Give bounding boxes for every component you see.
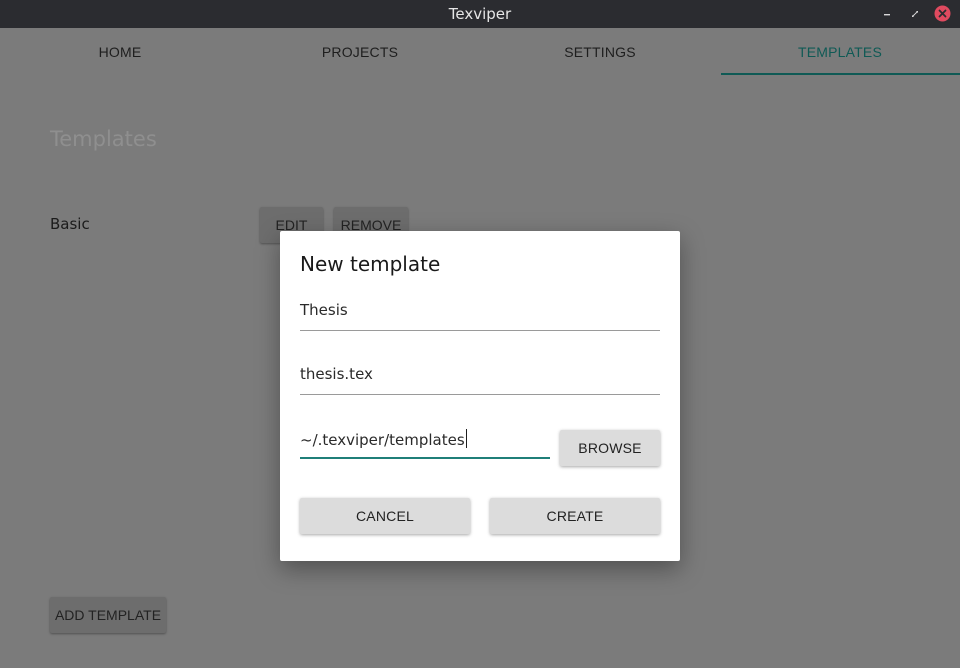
tab-projects[interactable]: PROJECTS — [240, 28, 480, 76]
template-path-value: ~/.texviper/templates — [300, 431, 465, 449]
template-filename-value: thesis.tex — [300, 365, 373, 383]
template-path-value-wrap: ~/.texviper/templates — [300, 429, 467, 449]
restore-icon[interactable] — [907, 6, 923, 22]
browse-button[interactable]: BROWSE — [560, 430, 660, 466]
text-caret — [465, 429, 467, 448]
active-tab-indicator — [721, 73, 960, 75]
window-title: Texviper — [448, 5, 512, 23]
tab-bar: HOME PROJECTS SETTINGS TEMPLATES — [0, 28, 960, 76]
tab-home[interactable]: HOME — [0, 28, 240, 76]
add-template-button[interactable]: ADD TEMPLATE — [50, 597, 166, 633]
tab-settings[interactable]: SETTINGS — [480, 28, 720, 76]
template-name-input[interactable]: Thesis — [300, 293, 660, 331]
template-filename-input[interactable]: thesis.tex — [300, 357, 660, 395]
window-titlebar: Texviper — [0, 0, 960, 28]
new-template-dialog: New template Thesis thesis.tex ~/.texvip… — [280, 231, 680, 561]
minimize-icon[interactable] — [879, 6, 895, 22]
close-icon[interactable] — [934, 5, 951, 22]
page-title: Templates — [50, 127, 157, 151]
dialog-title: New template — [300, 252, 441, 276]
tab-templates[interactable]: TEMPLATES — [720, 28, 960, 76]
template-path-input[interactable]: ~/.texviper/templates — [300, 421, 550, 459]
create-button[interactable]: CREATE — [490, 498, 660, 534]
template-name-label: Basic — [50, 215, 90, 233]
template-name-value: Thesis — [300, 301, 348, 319]
cancel-button[interactable]: CANCEL — [300, 498, 470, 534]
